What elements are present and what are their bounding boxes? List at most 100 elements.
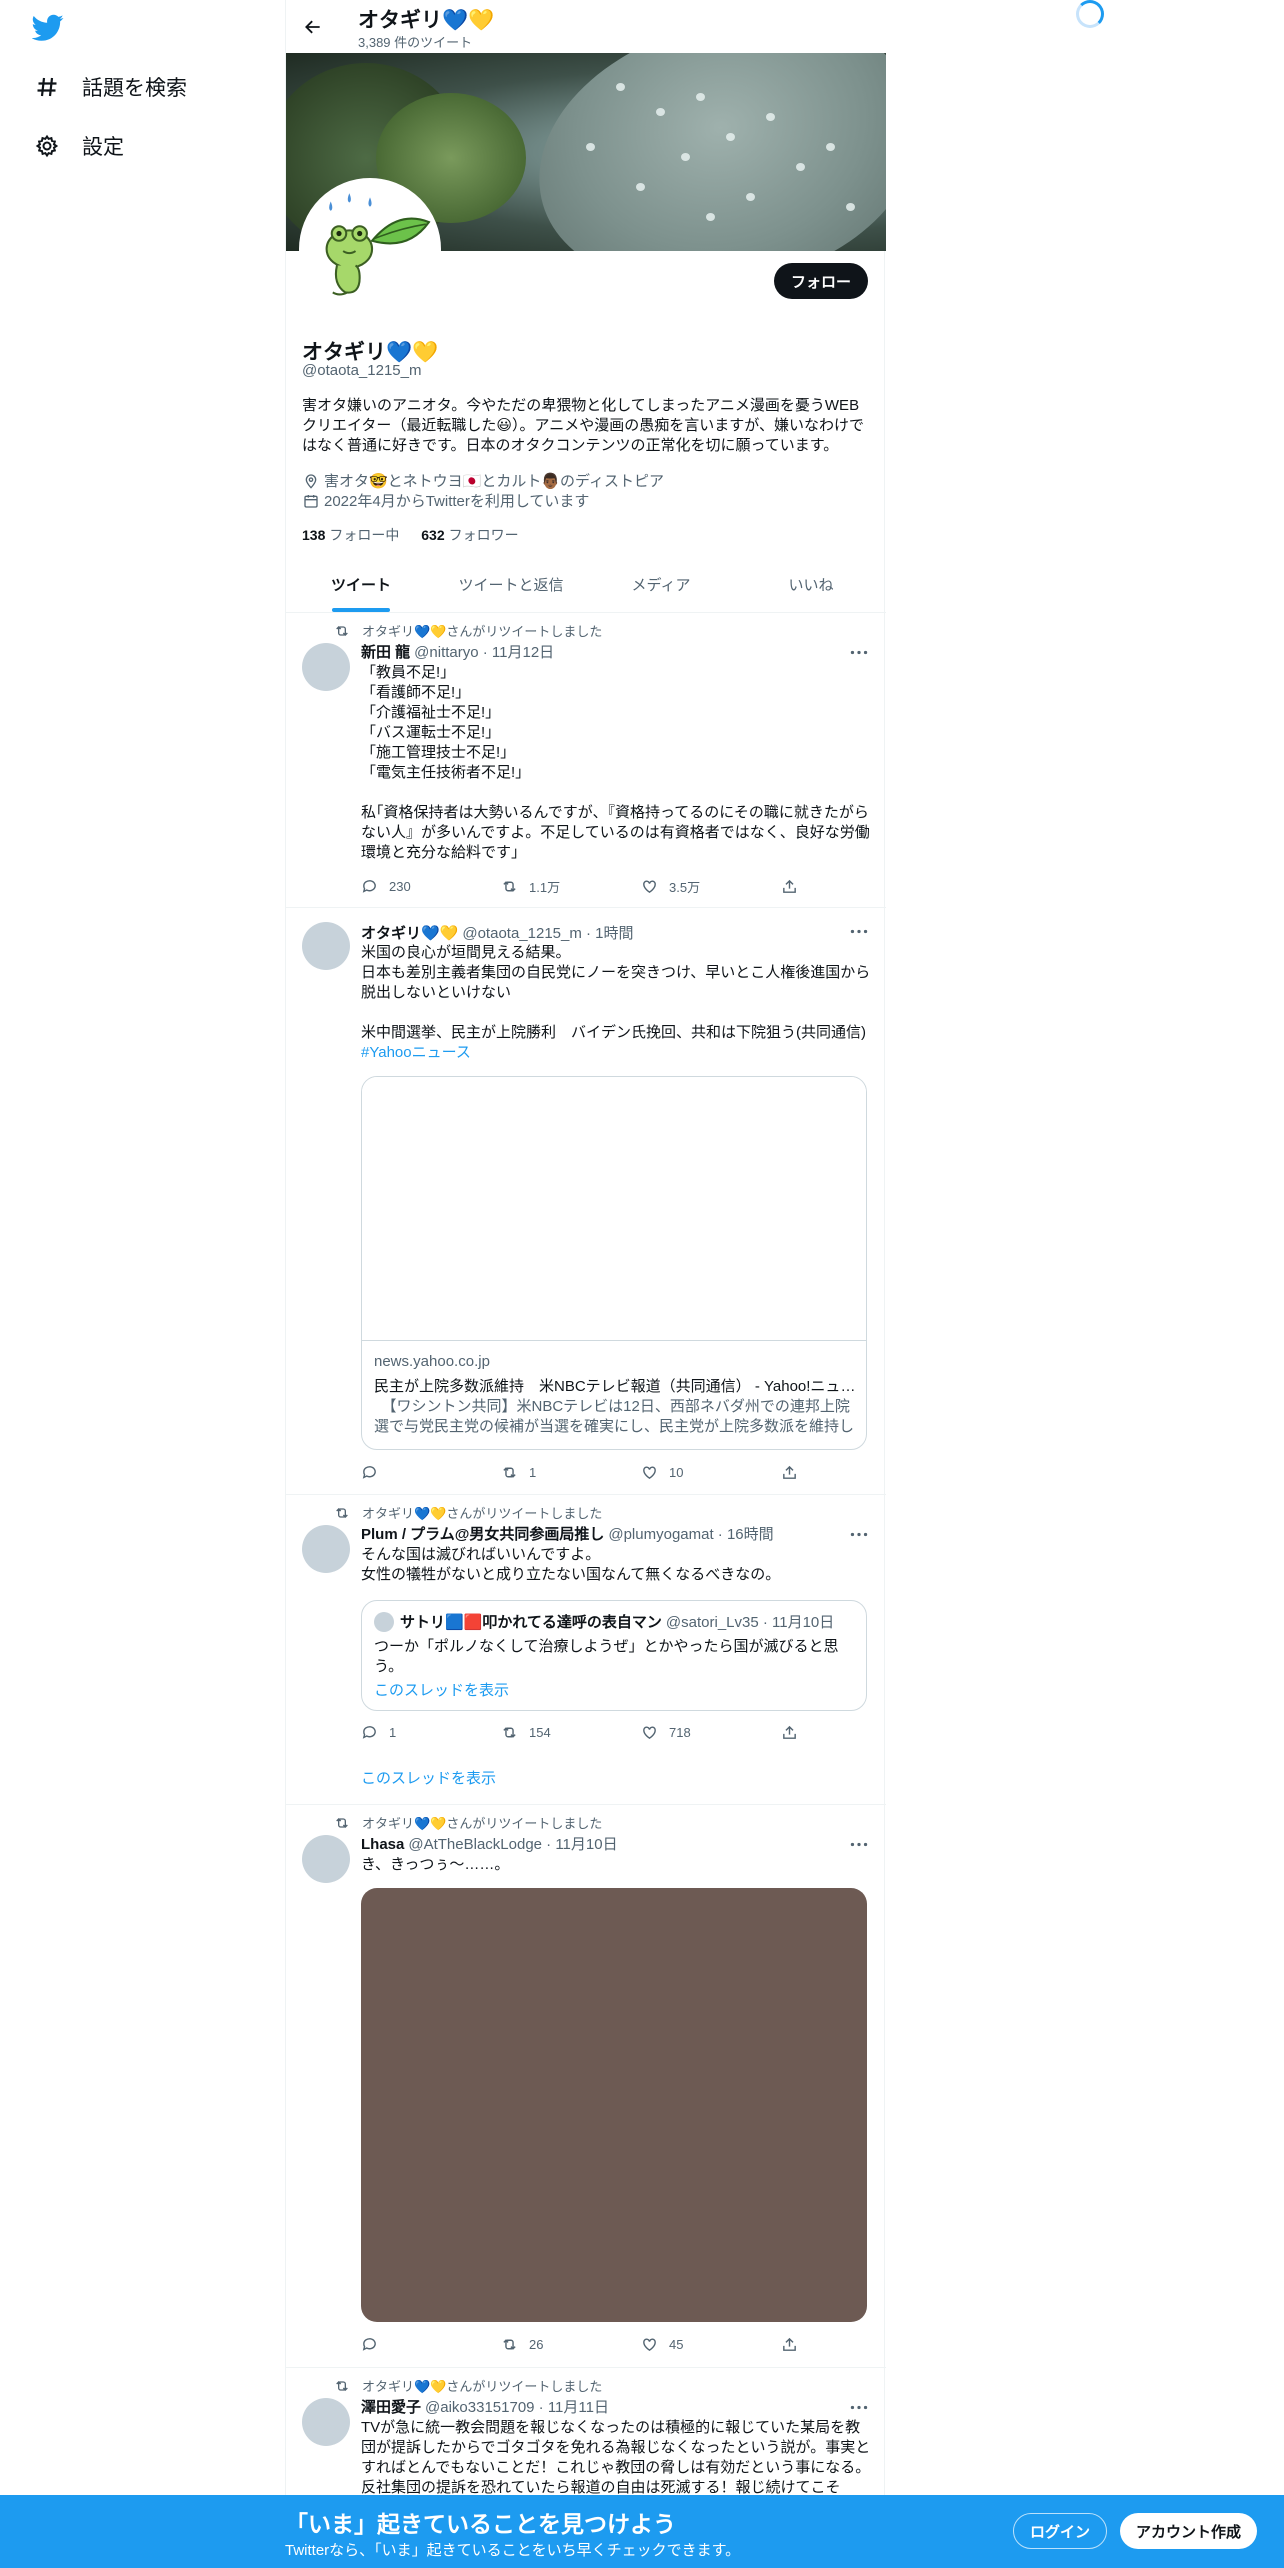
tweet-item[interactable]: オタギリ💙💛さんがリツイートしました 新田 龍 @nittaryo · 11月12… <box>286 613 886 908</box>
back-button[interactable] <box>298 12 328 42</box>
link-card-title: 民主が上院多数派維持 米NBCテレビ報道（共同通信） - Yahoo!ニュース <box>374 1378 856 1395</box>
signup-prompt-subtitle: Twitterなら、「いま」起きていることをいち早くチェックできます。 <box>285 2542 741 2559</box>
tweet-author-name[interactable]: Plum / プラム@男女共同参画局推し <box>361 1526 604 1543</box>
quoted-tweet[interactable]: サトリ🟦🟥叩かれてる達呼の表自マン @satori_Lv35 · 11月10日 つ… <box>361 1600 867 1711</box>
tweet-author-name[interactable]: 澤田愛子 <box>361 2399 421 2416</box>
profile-timeline: オタギリ💙💛 3,389 件のツイート フォロー オタギリ💙💛 @otaota_… <box>285 0 886 2568</box>
tweet-author-name[interactable]: Lhasa <box>361 1836 404 1853</box>
retweet-icon <box>334 2378 350 2394</box>
retweet-count: 1.1万 <box>529 880 561 895</box>
profile-tabs: ツイート ツイートと返信 メディア いいね <box>286 557 886 613</box>
avatar[interactable] <box>302 922 350 970</box>
share-button[interactable] <box>781 1463 801 1481</box>
share-button[interactable] <box>781 2335 801 2353</box>
signup-prompt-bar: 「いま」起きていることを見つけよう Twitterなら、「いま」起きていることを… <box>0 2495 1284 2568</box>
tweet-actions: 230 1.1万 3.5万 <box>361 877 801 896</box>
gear-icon <box>34 133 60 159</box>
followers-label: フォロワー <box>448 527 519 543</box>
retweet-button[interactable]: 154 <box>501 1723 611 1741</box>
tweet-header: Lhasa @AtTheBlackLodge · 11月10日 <box>361 1833 618 1854</box>
profile-follow-stats: 138 フォロー中 632 フォロワー <box>302 525 519 545</box>
tweet-meta[interactable]: @nittaryo · 11月12日 <box>414 644 554 661</box>
header-profile-name: オタギリ💙💛 <box>358 9 495 32</box>
twitter-bird-icon[interactable] <box>31 14 64 42</box>
tab-likes[interactable]: いいね <box>736 557 886 612</box>
more-options-icon[interactable] <box>848 1525 870 1543</box>
show-thread-link[interactable]: このスレッドを表示 <box>361 1767 496 1788</box>
tweet-author-name[interactable]: オタギリ💙💛 <box>361 925 458 942</box>
profile-bio: 害オタ嫌いのアニオタ。今やただの卑猥物と化してしまったアニメ漫画を憂うWEBクリ… <box>302 397 864 454</box>
tweet-meta[interactable]: @otaota_1215_m · 1時間 <box>462 925 633 942</box>
retweet-icon <box>334 1815 350 1831</box>
avatar[interactable] <box>302 643 350 691</box>
tweet-item[interactable]: オタギリ💙💛さんがリツイートしました Lhasa @AtTheBlackLodge… <box>286 1805 886 2368</box>
share-button[interactable] <box>781 1723 801 1741</box>
header-tweet-count: 3,389 件のツイート <box>358 35 473 50</box>
more-options-icon[interactable] <box>848 643 870 661</box>
follow-button[interactable]: フォロー <box>773 263 868 299</box>
retweet-button[interactable]: 26 <box>501 2335 611 2353</box>
avatar[interactable] <box>302 1525 350 1573</box>
retweet-icon <box>501 878 519 896</box>
followers-link[interactable]: 632 フォロワー <box>421 527 518 543</box>
like-count: 3.5万 <box>669 880 701 895</box>
tweet-media-image[interactable] <box>361 1888 867 2322</box>
reply-button[interactable] <box>361 2335 471 2353</box>
reply-button[interactable]: 230 <box>361 877 471 896</box>
like-count: 10 <box>669 1464 684 1480</box>
followers-count: 632 <box>421 527 445 543</box>
avatar <box>374 1611 394 1632</box>
retweet-icon <box>334 623 350 639</box>
retweet-count: 1 <box>529 1464 537 1480</box>
tweet-actions: 1 154 718 <box>361 1723 801 1741</box>
more-options-icon[interactable] <box>848 922 870 940</box>
nav-settings[interactable]: 設定 <box>34 131 124 161</box>
profile-location-text: 害オタ🤓とネトウヨ🇯🇵とカルト👨🏾のディストピア <box>324 473 664 490</box>
tweet-text: き、きっつぅ〜……。 <box>361 1856 510 1873</box>
tweet-meta[interactable]: @AtTheBlackLodge · 11月10日 <box>408 1836 617 1853</box>
retweet-icon <box>501 1723 519 1741</box>
like-button[interactable]: 718 <box>641 1723 751 1741</box>
tweet-author-name[interactable]: 新田 龍 <box>361 644 410 661</box>
tweet-item[interactable]: オタギリ💙💛 @otaota_1215_m · 1時間 米国の良心が垣間見える結果… <box>286 908 886 1495</box>
tab-tweets[interactable]: ツイート <box>286 557 436 612</box>
tweet-meta[interactable]: @aiko33151709 · 11月11日 <box>425 2399 609 2416</box>
reply-count: 1 <box>389 1724 397 1740</box>
retweet-button[interactable]: 1.1万 <box>501 877 611 896</box>
profile-avatar[interactable] <box>299 178 441 320</box>
retweet-icon <box>334 1505 350 1521</box>
like-count: 45 <box>669 2336 684 2352</box>
avatar[interactable] <box>302 1835 350 1883</box>
retweet-context: オタギリ💙💛さんがリツイートしました <box>334 2376 602 2395</box>
retweet-icon <box>501 1463 519 1481</box>
tab-tweets-and-replies[interactable]: ツイートと返信 <box>436 557 586 612</box>
share-button[interactable] <box>781 877 801 896</box>
avatar[interactable] <box>302 2398 350 2446</box>
reply-button[interactable]: 1 <box>361 1723 471 1741</box>
tweet-meta[interactable]: @plumyogamat · 16時間 <box>608 1526 773 1543</box>
heart-icon <box>641 2335 659 2353</box>
hashtag-link[interactable]: #Yahooニュース <box>361 1043 871 1063</box>
location-pin-icon <box>302 472 320 490</box>
link-preview-card[interactable]: news.yahoo.co.jp 民主が上院多数派維持 米NBCテレビ報道（共同… <box>361 1076 867 1450</box>
create-account-button[interactable]: アカウント作成 <box>1120 2513 1258 2549</box>
quoted-show-thread-link[interactable]: このスレッドを表示 <box>374 1679 509 1700</box>
quoted-tweet-text: つーか「ポルノなくして治療しようぜ」とかやったら国が滅びると思う。 <box>374 1638 839 1675</box>
nav-explore[interactable]: 話題を検索 <box>34 72 187 102</box>
link-card-description: 【ワシントン共同】米NBCテレビは12日、西部ネバダ州での連邦上院選で与党民主党… <box>374 1398 855 1435</box>
like-button[interactable]: 3.5万 <box>641 877 751 896</box>
tab-media[interactable]: メディア <box>586 557 736 612</box>
tweet-item[interactable]: オタギリ💙💛さんがリツイートしました Plum / プラム@男女共同参画局推し @… <box>286 1495 886 1805</box>
retweet-button[interactable]: 1 <box>501 1463 611 1481</box>
share-icon <box>781 1463 798 1481</box>
hashtag-icon <box>34 74 60 100</box>
following-link[interactable]: 138 フォロー中 <box>302 527 399 543</box>
more-options-icon[interactable] <box>848 2398 870 2416</box>
like-button[interactable]: 45 <box>641 2335 751 2353</box>
like-button[interactable]: 10 <box>641 1463 751 1481</box>
calendar-icon <box>302 492 320 510</box>
more-options-icon[interactable] <box>848 1835 870 1853</box>
heart-icon <box>641 1723 659 1741</box>
reply-button[interactable] <box>361 1463 471 1481</box>
login-button[interactable]: ログイン <box>1013 2513 1108 2549</box>
